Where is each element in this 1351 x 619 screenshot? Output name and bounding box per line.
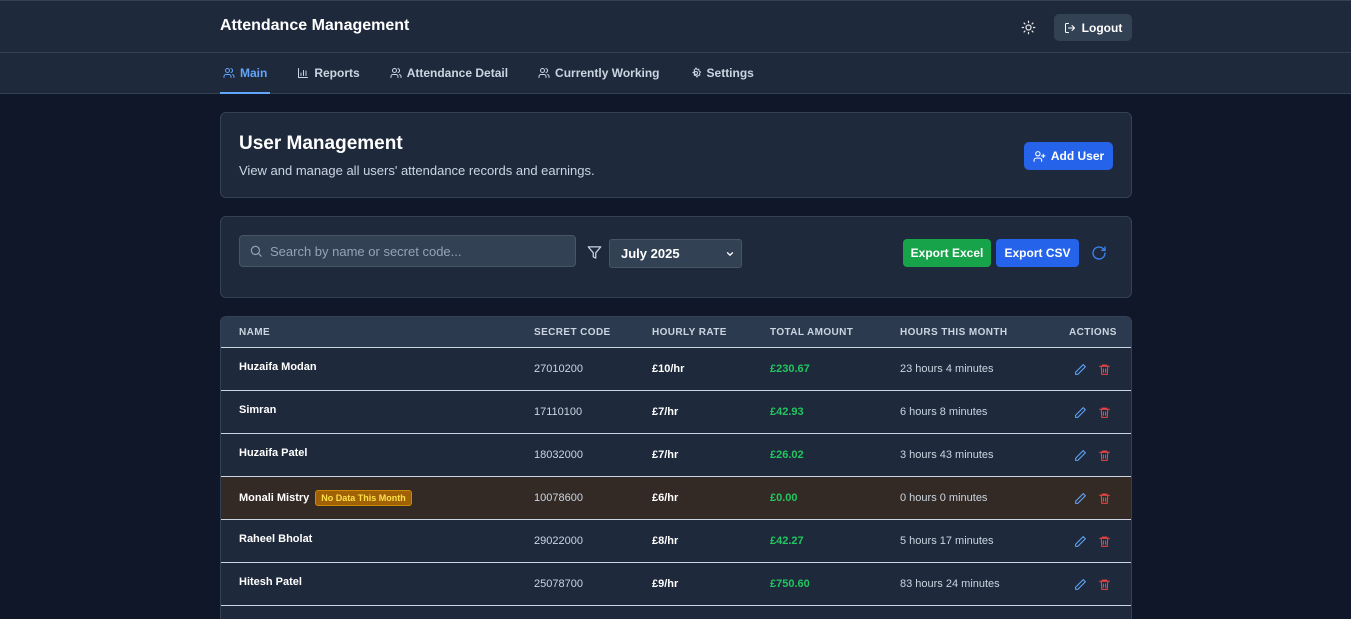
tab-reports[interactable]: Reports bbox=[294, 53, 362, 94]
edit-icon[interactable] bbox=[1074, 492, 1087, 505]
delete-icon[interactable] bbox=[1098, 492, 1111, 505]
users-icon bbox=[538, 67, 550, 78]
delete-icon[interactable] bbox=[1098, 535, 1111, 548]
table-row: Hitesh Patel 25078700 £9/hr £750.60 83 h… bbox=[221, 563, 1131, 606]
tab-attendance-detail[interactable]: Attendance Detail bbox=[387, 53, 511, 94]
secret-code: 18032000 bbox=[534, 449, 583, 461]
delete-icon[interactable] bbox=[1098, 406, 1111, 419]
user-management-header: User Management View and manage all user… bbox=[220, 112, 1132, 198]
delete-icon[interactable] bbox=[1098, 578, 1111, 591]
column-header-hourly-rate: HOURLY RATE bbox=[652, 327, 727, 338]
hourly-rate: £6/hr bbox=[652, 492, 679, 504]
hourly-rate: £8/hr bbox=[652, 535, 679, 547]
total-amount: £0.00 bbox=[770, 492, 798, 504]
hourly-rate: £7/hr bbox=[652, 449, 679, 461]
table-header: NAME SECRET CODE HOURLY RATE TOTAL AMOUN… bbox=[221, 317, 1131, 348]
no-data-badge: No Data This Month bbox=[315, 490, 412, 506]
users-icon bbox=[390, 67, 402, 78]
tab-main[interactable]: Main bbox=[220, 53, 271, 94]
user-plus-icon bbox=[1033, 150, 1046, 162]
column-header-actions: ACTIONS bbox=[1069, 327, 1117, 338]
edit-icon[interactable] bbox=[1074, 449, 1087, 462]
bar-chart-icon bbox=[298, 67, 309, 78]
column-header-hours: HOURS THIS MONTH bbox=[900, 327, 1008, 338]
app-title: Attendance Management bbox=[220, 17, 410, 34]
total-amount: £230.67 bbox=[770, 363, 810, 375]
users-table: NAME SECRET CODE HOURLY RATE TOTAL AMOUN… bbox=[220, 316, 1132, 619]
secret-code: 10078600 bbox=[534, 492, 583, 504]
user-name: Raheel Bholat bbox=[239, 533, 313, 545]
total-amount: £42.27 bbox=[770, 535, 804, 547]
total-amount: £26.02 bbox=[770, 449, 804, 461]
chevron-down-icon bbox=[726, 252, 734, 257]
logout-label: Logout bbox=[1081, 20, 1123, 35]
user-name: Simran bbox=[239, 404, 277, 416]
delete-icon[interactable] bbox=[1098, 449, 1111, 462]
search-icon bbox=[250, 245, 262, 257]
hourly-rate: £10/hr bbox=[652, 363, 685, 375]
user-name: Huzaifa Modan bbox=[239, 361, 317, 373]
hourly-rate: £9/hr bbox=[652, 578, 679, 590]
export-excel-button[interactable]: Export Excel bbox=[903, 239, 991, 267]
month-select[interactable]: July 2025 bbox=[609, 239, 742, 268]
month-select-value: July 2025 bbox=[621, 246, 680, 261]
logout-button[interactable]: Logout bbox=[1054, 14, 1132, 41]
tab-main-label: Main bbox=[240, 65, 268, 80]
table-row: Huzaifa Modan 27010200 £10/hr £230.67 23… bbox=[221, 348, 1131, 391]
secret-code: 29022000 bbox=[534, 535, 583, 547]
tab-currently-working[interactable]: Currently Working bbox=[535, 53, 662, 94]
users-icon bbox=[223, 67, 235, 78]
user-name: Huzaifa Patel bbox=[239, 447, 308, 459]
hours-this-month: 23 hours 4 minutes bbox=[900, 363, 994, 375]
hourly-rate: £7/hr bbox=[652, 406, 679, 418]
refresh-icon[interactable] bbox=[1091, 245, 1107, 261]
column-header-secret-code: SECRET CODE bbox=[534, 327, 611, 338]
column-header-name: NAME bbox=[239, 327, 271, 338]
table-row: Raheel Bholat 29022000 £8/hr £42.27 5 ho… bbox=[221, 520, 1131, 563]
total-amount: £42.93 bbox=[770, 406, 804, 418]
edit-icon[interactable] bbox=[1074, 578, 1087, 591]
tab-settings-label: Settings bbox=[706, 65, 754, 80]
sun-icon bbox=[1021, 20, 1035, 34]
hours-this-month: 3 hours 43 minutes bbox=[900, 449, 994, 461]
edit-icon[interactable] bbox=[1074, 406, 1087, 419]
hours-this-month: 0 hours 0 minutes bbox=[900, 492, 988, 504]
nav-bar: Main Reports Attendance Detail Currently… bbox=[0, 53, 1351, 94]
tab-reports-label: Reports bbox=[314, 65, 360, 80]
table-row: Simran 17110100 £7/hr £42.93 6 hours 8 m… bbox=[221, 391, 1131, 434]
total-amount: £750.60 bbox=[770, 578, 810, 590]
user-name: Monali Mistry bbox=[239, 492, 310, 504]
add-user-button[interactable]: Add User bbox=[1024, 142, 1113, 170]
secret-code: 27010200 bbox=[534, 363, 583, 375]
page-subtitle: View and manage all users' attendance re… bbox=[239, 163, 595, 178]
filter-bar: July 2025 Export Excel Export CSV bbox=[220, 216, 1132, 298]
edit-icon[interactable] bbox=[1074, 535, 1087, 548]
logout-icon bbox=[1064, 22, 1075, 33]
tab-currently-working-label: Currently Working bbox=[555, 65, 660, 80]
secret-code: 25078700 bbox=[534, 578, 583, 590]
column-header-total-amount: TOTAL AMOUNT bbox=[770, 327, 854, 338]
tab-attendance-detail-label: Attendance Detail bbox=[406, 65, 509, 80]
hours-this-month: 5 hours 17 minutes bbox=[900, 535, 994, 547]
table-row: Monali Mistry No Data This Month 1007860… bbox=[221, 477, 1131, 520]
top-bar: Attendance Management Logout bbox=[0, 0, 1351, 53]
filter-icon bbox=[587, 246, 602, 259]
gear-icon bbox=[691, 66, 701, 78]
add-user-label: Add User bbox=[1050, 149, 1105, 163]
hours-this-month: 6 hours 8 minutes bbox=[900, 406, 988, 418]
secret-code: 17110100 bbox=[534, 406, 583, 418]
user-name: Hitesh Patel bbox=[239, 576, 302, 588]
tab-settings[interactable]: Settings bbox=[687, 53, 757, 94]
theme-toggle-button[interactable] bbox=[1018, 17, 1038, 37]
edit-icon[interactable] bbox=[1074, 363, 1087, 376]
hours-this-month: 83 hours 24 minutes bbox=[900, 578, 1000, 590]
export-csv-button[interactable]: Export CSV bbox=[996, 239, 1079, 267]
delete-icon[interactable] bbox=[1098, 363, 1111, 376]
page-title: User Management bbox=[239, 133, 403, 154]
search-input[interactable] bbox=[270, 236, 570, 266]
table-row: Huzaifa Patel 18032000 £7/hr £26.02 3 ho… bbox=[221, 434, 1131, 477]
search-field[interactable] bbox=[239, 235, 576, 267]
